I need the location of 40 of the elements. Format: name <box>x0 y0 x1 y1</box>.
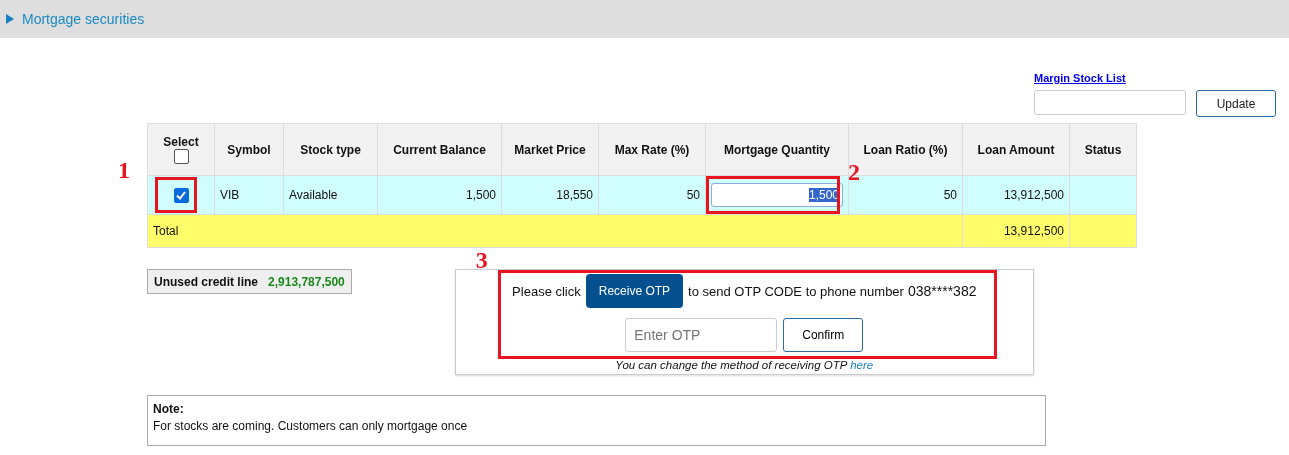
annotation-number: 1 <box>118 158 130 182</box>
table-cell: 50 <box>598 175 706 215</box>
phone-number: 038****382 <box>907 283 977 299</box>
table-cell: VIB <box>214 175 284 215</box>
annotation-number: 3 <box>475 248 488 272</box>
section-title: Mortgage securities <box>22 11 145 27</box>
column-header: Loan Ratio (%) <box>863 142 948 157</box>
select-all-checkbox[interactable] <box>173 149 189 165</box>
expand-arrow-icon <box>6 14 14 24</box>
credit-line-value: 2,913,787,500 <box>268 274 345 289</box>
search-field[interactable] <box>1034 90 1186 115</box>
column-header: Max Rate (%) <box>614 142 690 157</box>
row-checkbox[interactable] <box>173 187 189 203</box>
credit-line-label: Unused credit line <box>154 274 259 289</box>
column-header: Current Balance <box>393 142 486 157</box>
annotation-frame <box>155 177 197 213</box>
note-text: For stocks are coming. Customers can only mortgage once <box>153 419 469 433</box>
total-label: Total <box>147 214 963 248</box>
column-header: Mortgage Quantity <box>724 142 830 157</box>
column-header: Market Price <box>514 142 586 157</box>
column-header: Select <box>162 134 200 149</box>
table-cell: 13,912,500 <box>962 175 1070 215</box>
column-header: Stock type <box>300 142 361 157</box>
update-button[interactable]: Update <box>1196 90 1276 117</box>
column-header: Status <box>1084 142 1122 157</box>
note-title: Note: <box>153 402 185 416</box>
here-link[interactable]: here <box>850 359 874 371</box>
total-amount: 13,912,500 <box>962 214 1070 248</box>
instruction-text: Please click <box>512 283 581 299</box>
otp-field[interactable]: Enter OTP <box>625 318 778 352</box>
margin-stock-list-link[interactable]: Margin Stock List <box>1034 72 1126 84</box>
otp-method-hint: You can change the method of receiving OTP here <box>614 359 875 371</box>
column-header: Symbol <box>227 142 271 157</box>
table-cell: 18,550 <box>501 175 599 215</box>
instruction-text: to send OTP CODE to phone number <box>688 283 904 299</box>
column-header: Loan Amount <box>977 142 1055 157</box>
confirm-button[interactable]: Confirm <box>783 318 864 352</box>
table-cell: Available <box>283 175 378 215</box>
table-cell: 1,500 <box>377 175 502 215</box>
receive-otp-button[interactable]: Receive OTP <box>585 274 684 308</box>
